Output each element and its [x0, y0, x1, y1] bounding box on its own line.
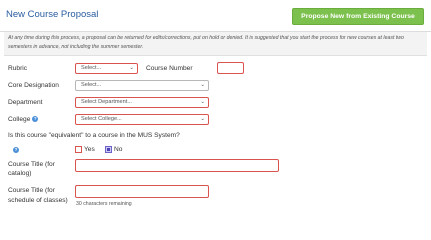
core-designation-label: Core Designation	[8, 82, 59, 89]
title-catalog-label-line2: catalog)	[8, 170, 32, 177]
college-select[interactable]: Select College... ⌄	[75, 114, 209, 125]
chevron-down-icon: ⌄	[200, 82, 205, 88]
title-schedule-label-line1: Course Title (for	[8, 187, 55, 194]
propose-from-existing-button[interactable]: Propose New from Existing Course	[292, 8, 424, 25]
rubric-select[interactable]: Select... ⌄	[75, 63, 138, 74]
title-schedule-label-line2: schedule of classes)	[8, 197, 68, 204]
department-label: Department	[8, 99, 43, 106]
chevron-down-icon: ⌄	[200, 99, 205, 105]
page-header: New Course Proposal Propose New from Exi…	[0, 0, 431, 32]
page-title: New Course Proposal	[6, 9, 99, 20]
process-notice: At any time during this process, a propo…	[4, 32, 427, 56]
help-icon[interactable]: ?	[32, 116, 39, 123]
chevron-down-icon: ⌄	[129, 65, 134, 71]
department-value: Select Department...	[81, 99, 132, 105]
course-title-catalog-input[interactable]	[75, 159, 279, 172]
college-label-row: College ?	[8, 116, 39, 123]
equivalent-no-label: No	[114, 146, 123, 153]
core-designation-value: Select...	[81, 82, 102, 88]
equivalent-question: Is this course "equivalent" to a course …	[8, 132, 180, 139]
help-icon[interactable]: ?	[13, 147, 19, 153]
course-number-label: Course Number	[146, 65, 193, 72]
equivalent-yes-label: Yes	[84, 146, 95, 153]
department-select[interactable]: Select Department... ⌄	[75, 97, 209, 108]
equivalent-no-checkbox[interactable]	[105, 146, 112, 153]
rubric-label: Rubric	[8, 65, 28, 72]
course-number-input[interactable]	[217, 62, 244, 74]
chevron-down-icon: ⌄	[200, 116, 205, 122]
college-value: Select College...	[81, 116, 122, 122]
title-catalog-label-line1: Course Title (for	[8, 161, 55, 168]
course-title-schedule-input[interactable]	[75, 185, 209, 198]
core-designation-select[interactable]: Select... ⌄	[75, 80, 209, 91]
equivalent-yes-checkbox[interactable]	[75, 146, 82, 153]
rubric-select-value: Select...	[81, 65, 102, 71]
college-label: College	[8, 116, 31, 123]
characters-remaining: 30 characters remaining	[76, 201, 132, 207]
